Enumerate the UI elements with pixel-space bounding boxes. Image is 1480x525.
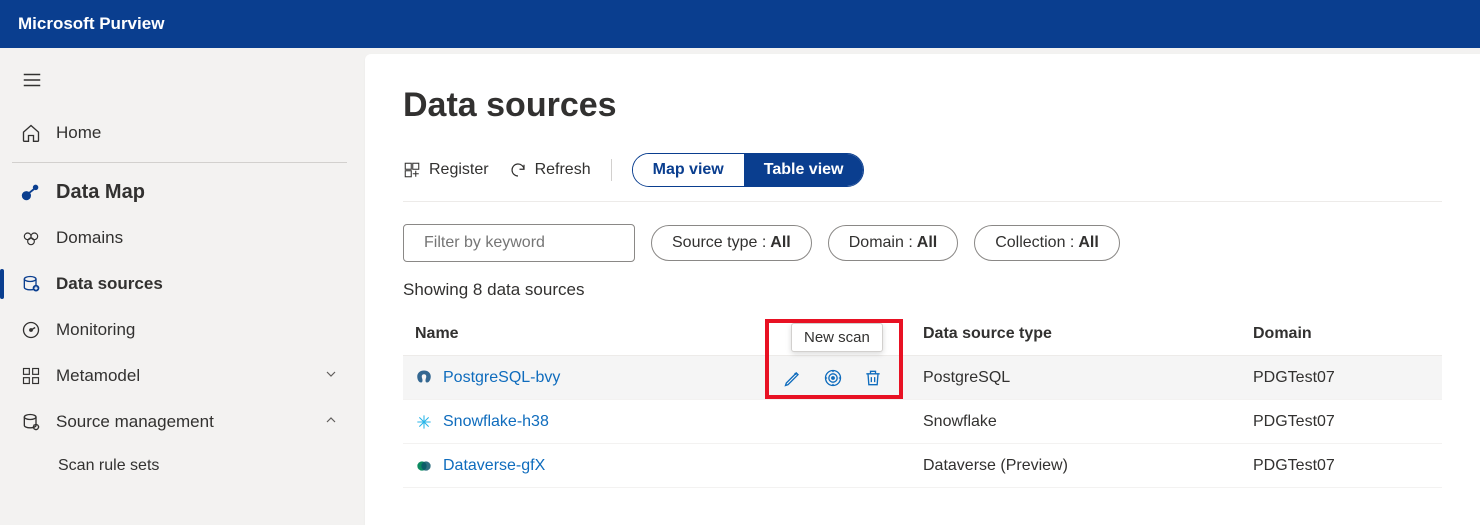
row-name-link[interactable]: PostgreSQL-bvy bbox=[443, 369, 560, 387]
row-name-link[interactable]: Dataverse-gfX bbox=[443, 457, 545, 475]
filter-domain[interactable]: Domain : All bbox=[828, 225, 958, 261]
row-type: PostgreSQL bbox=[923, 369, 1253, 387]
sidebar: Home Data Map Domains Data sources bbox=[0, 48, 365, 525]
datasources-icon bbox=[20, 273, 42, 295]
filter-label: Source type : bbox=[672, 234, 766, 252]
row-type: Snowflake bbox=[923, 413, 1253, 431]
trash-icon bbox=[863, 368, 883, 388]
page-title: Data sources bbox=[403, 86, 1442, 125]
separator bbox=[611, 159, 612, 181]
edit-button[interactable] bbox=[782, 367, 804, 389]
monitoring-icon bbox=[20, 319, 42, 341]
table-row[interactable]: Dataverse-gfX Dataverse (Preview) PDGTes… bbox=[403, 444, 1442, 488]
sidebar-item-sourcemanagement[interactable]: Source management bbox=[12, 399, 365, 445]
register-icon bbox=[403, 161, 421, 179]
home-icon bbox=[20, 122, 42, 144]
tooltip: New scan bbox=[791, 323, 883, 352]
main-pane: Data sources Register Refresh Map view T… bbox=[365, 54, 1480, 525]
row-domain: PDGTest07 bbox=[1253, 457, 1442, 475]
filter-label: Domain : bbox=[849, 234, 913, 252]
nav-label: Data sources bbox=[56, 274, 163, 294]
nav-label: Metamodel bbox=[56, 366, 140, 386]
table-view-toggle[interactable]: Table view bbox=[744, 154, 864, 186]
nav-label: Domains bbox=[56, 228, 123, 248]
filter-label: Collection : bbox=[995, 234, 1074, 252]
delete-button[interactable] bbox=[862, 367, 884, 389]
sidebar-child-scanrulesets[interactable]: Scan rule sets bbox=[12, 445, 365, 487]
register-button[interactable]: Register bbox=[403, 161, 489, 179]
nav-label: Scan rule sets bbox=[58, 457, 159, 475]
nav-home[interactable]: Home bbox=[12, 110, 365, 156]
col-type-header[interactable]: Data source type bbox=[923, 325, 1253, 343]
nav-section-datamap[interactable]: Data Map bbox=[12, 169, 365, 215]
postgresql-icon bbox=[415, 369, 433, 387]
filter-input[interactable] bbox=[422, 233, 633, 253]
dataverse-icon bbox=[415, 457, 433, 475]
nav-label: Data Map bbox=[56, 181, 145, 204]
data-table: Name Data source type Domain PostgreSQL-… bbox=[403, 312, 1442, 488]
filter-collection[interactable]: Collection : All bbox=[974, 225, 1120, 261]
nav-label: Home bbox=[56, 123, 101, 143]
menu-icon bbox=[21, 69, 43, 91]
table-header: Name Data source type Domain bbox=[403, 312, 1442, 356]
metamodel-icon bbox=[20, 365, 42, 387]
map-view-toggle[interactable]: Map view bbox=[633, 154, 744, 186]
result-count: Showing 8 data sources bbox=[403, 280, 1442, 300]
chevron-up-icon bbox=[323, 412, 339, 433]
button-label: Refresh bbox=[535, 161, 591, 179]
sidebar-item-metamodel[interactable]: Metamodel bbox=[12, 353, 365, 399]
pencil-icon bbox=[783, 368, 803, 388]
snowflake-icon bbox=[415, 413, 433, 431]
nav-label: Monitoring bbox=[56, 320, 135, 340]
new-scan-button[interactable] bbox=[822, 367, 844, 389]
hamburger-button[interactable] bbox=[16, 64, 48, 96]
table-row[interactable]: PostgreSQL-bvy New scan bbox=[403, 356, 1442, 400]
divider bbox=[12, 162, 347, 163]
domains-icon bbox=[20, 227, 42, 249]
filter-value: All bbox=[917, 234, 937, 252]
app-header: Microsoft Purview bbox=[0, 0, 1480, 48]
refresh-icon bbox=[509, 161, 527, 179]
filter-sourcetype[interactable]: Source type : All bbox=[651, 225, 812, 261]
sidebar-item-datasources[interactable]: Data sources bbox=[12, 261, 365, 307]
datamap-icon bbox=[20, 181, 42, 203]
sidebar-item-domains[interactable]: Domains bbox=[12, 215, 365, 261]
col-domain-header[interactable]: Domain bbox=[1253, 325, 1442, 343]
row-type: Dataverse (Preview) bbox=[923, 457, 1253, 475]
filter-bar: Source type : All Domain : All Collectio… bbox=[403, 224, 1442, 262]
view-toggle: Map view Table view bbox=[632, 153, 865, 187]
toolbar: Register Refresh Map view Table view bbox=[403, 153, 1442, 202]
sourcemanagement-icon bbox=[20, 411, 42, 433]
refresh-button[interactable]: Refresh bbox=[509, 161, 591, 179]
nav-label: Source management bbox=[56, 412, 214, 432]
row-domain: PDGTest07 bbox=[1253, 369, 1442, 387]
sidebar-item-monitoring[interactable]: Monitoring bbox=[12, 307, 365, 353]
app-title: Microsoft Purview bbox=[18, 14, 164, 34]
scan-icon bbox=[823, 368, 843, 388]
filter-keyword-field[interactable] bbox=[403, 224, 635, 262]
filter-value: All bbox=[1078, 234, 1098, 252]
row-actions bbox=[773, 363, 893, 393]
filter-value: All bbox=[770, 234, 790, 252]
row-domain: PDGTest07 bbox=[1253, 413, 1442, 431]
row-name-link[interactable]: Snowflake-h38 bbox=[443, 413, 549, 431]
button-label: Register bbox=[429, 161, 489, 179]
chevron-down-icon bbox=[323, 366, 339, 387]
table-row[interactable]: Snowflake-h38 Snowflake PDGTest07 bbox=[403, 400, 1442, 444]
